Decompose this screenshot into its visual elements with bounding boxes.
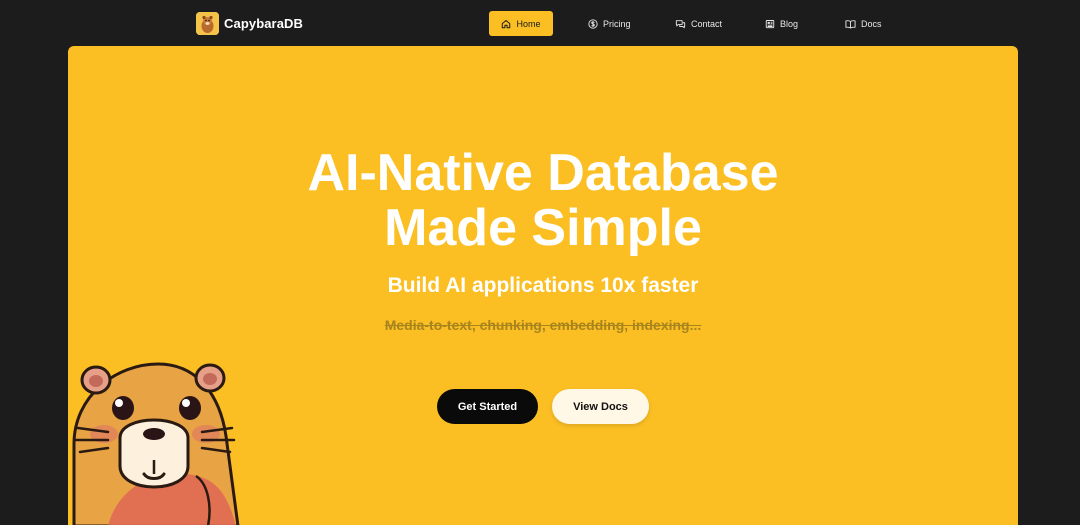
nav-item-pricing[interactable]: Pricing [588, 11, 631, 36]
brand-name: CapybaraDB [224, 15, 304, 31]
nav-item-home-label: Home [516, 18, 541, 29]
nav-item-home[interactable]: Home [489, 11, 553, 36]
hero-headline-line-1: AI-Native Database [307, 144, 779, 202]
nav-item-blog-label: Blog [780, 18, 799, 29]
capybara-logo-icon [196, 11, 219, 35]
nav-item-pricing-label: Pricing [603, 18, 631, 29]
nav-item-contact[interactable]: Contact [675, 11, 722, 36]
brand[interactable]: CapybaraDB [196, 11, 303, 35]
newspaper-icon [765, 19, 775, 29]
dollar-circle-icon [588, 18, 598, 29]
hero-headline: AI-Native Database Made Simple [68, 146, 1018, 256]
hero-struck-text: Media-to-text, chunking, embedding, inde… [384, 317, 702, 333]
top-navigation-bar: CapybaraDB Home Pricing Contact Blog Doc… [0, 0, 1080, 46]
open-book-icon [845, 19, 856, 29]
nav-item-blog[interactable]: Blog [765, 11, 798, 36]
hero-section: AI-Native Database Made Simple Build AI … [68, 46, 1018, 525]
nav-item-contact-label: Contact [691, 18, 723, 29]
capybara-mascot [68, 356, 248, 525]
hero-headline-line-2: Made Simple [384, 199, 702, 257]
nav-item-docs-label: Docs [861, 18, 882, 29]
view-docs-button[interactable]: View Docs [552, 389, 649, 424]
get-started-button[interactable]: Get Started [437, 389, 538, 424]
hero-subheadline: Build AI applications 10x faster [387, 274, 699, 297]
nav-item-docs[interactable]: Docs [845, 11, 882, 36]
chat-bubbles-icon [675, 19, 686, 29]
home-icon [501, 19, 511, 29]
